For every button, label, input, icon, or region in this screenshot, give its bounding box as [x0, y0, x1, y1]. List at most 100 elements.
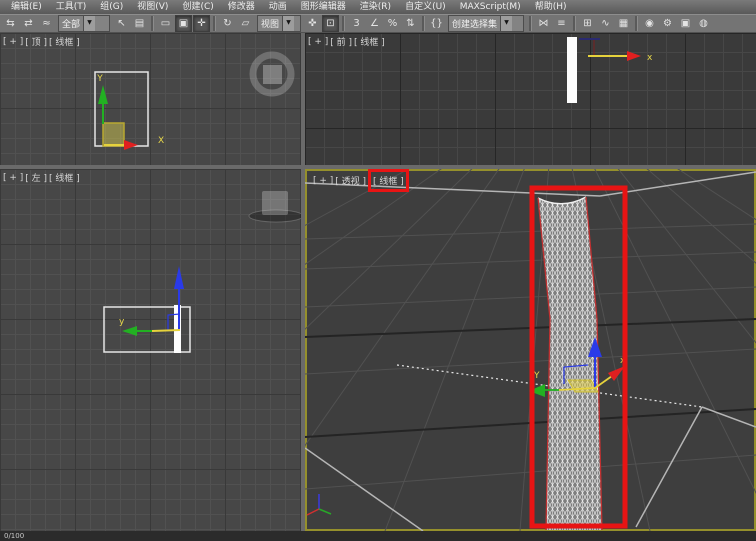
menu-graph-editors[interactable]: 图形编辑器 [294, 0, 353, 14]
select-and-move-icon[interactable]: ✛ [193, 15, 210, 32]
viewport-menu-plus[interactable]: [ + ] [313, 176, 333, 186]
top-viewport-canvas: Y X [0, 33, 301, 165]
rendered-frame-window-icon[interactable]: ▣ [677, 15, 694, 32]
viewport-front[interactable]: [ + ] [ 前 ] [ 线框 ] x [305, 33, 756, 165]
viewport-perspective[interactable]: x Y [ + ] [ 透视 ] [ 线框 ] [305, 169, 756, 531]
toolbar-separator [573, 16, 576, 31]
3ds-max-window: 编辑(E) 工具(T) 组(G) 视图(V) 创建(C) 修改器 动画 图形编辑… [0, 0, 756, 541]
navigation-square-icon[interactable] [263, 65, 282, 84]
gizmo-x-arrowhead-icon[interactable] [627, 51, 641, 61]
curve-editor-icon[interactable]: ∿ [597, 15, 614, 32]
frame-indicator: 0/100 [4, 532, 24, 540]
main-toolbar: ⇆ ⇄ ≈ 全部 ▼ ↖ ▤ ▭ ▣ ✛ ↻ ▱ 视图 ▼ ✜ ⊡ 3 ∠ % … [0, 14, 756, 33]
gizmo-y-arrowhead-icon[interactable] [98, 85, 108, 104]
select-object-icon[interactable]: ↖ [113, 15, 130, 32]
viewport-front-label[interactable]: [ + ] [ 前 ] [ 线框 ] [308, 35, 385, 48]
viewport-view-name[interactable]: [ 左 ] [25, 171, 47, 184]
rectangular-selection-region-icon[interactable]: ▭ [157, 15, 174, 32]
menu-create[interactable]: 创建(C) [175, 0, 220, 14]
axis-label-x: X [158, 136, 164, 146]
viewport-view-name[interactable]: [ 透视 ] [335, 174, 366, 187]
viewport-shading-mode-highlighted[interactable]: [ 线框 ] [368, 169, 409, 192]
viewport-view-name[interactable]: [ 前 ] [330, 35, 352, 48]
viewport-left[interactable]: [ + ] [ 左 ] [ 线框 ] y [0, 169, 301, 531]
gizmo-y-arrowhead-icon[interactable] [122, 326, 137, 336]
gizmo-selected-axis[interactable] [152, 330, 180, 331]
toolbar-separator [151, 16, 154, 31]
named-selection-sets-dropdown[interactable]: 创建选择集 ▼ [448, 15, 524, 32]
unlink-selection-icon[interactable]: ⇄ [20, 15, 37, 32]
selection-filter-dropdown[interactable]: 全部 ▼ [58, 15, 110, 32]
ghost-box-icon [262, 191, 288, 215]
bind-to-space-warp-icon[interactable]: ≈ [38, 15, 55, 32]
viewport-menu-plus[interactable]: [ + ] [308, 37, 328, 47]
viewport-top[interactable]: [ + ] [ 顶 ] [ 线框 ] Y X [0, 33, 301, 165]
align-icon[interactable]: ≡ [553, 15, 570, 32]
mirror-icon[interactable]: ⋈ [535, 15, 552, 32]
select-and-rotate-icon[interactable]: ↻ [219, 15, 236, 32]
toolbar-separator [529, 16, 532, 31]
viewport-menu-plus[interactable]: [ + ] [3, 173, 23, 183]
menu-views[interactable]: 视图(V) [130, 0, 175, 14]
viewport-left-label[interactable]: [ + ] [ 左 ] [ 线框 ] [3, 171, 80, 184]
menu-tools[interactable]: 工具(T) [49, 0, 94, 14]
status-strip: 0/100 [0, 531, 756, 541]
menu-maxscript[interactable]: MAXScript(M) [453, 0, 528, 14]
dropdown-arrow-icon: ▼ [500, 16, 512, 31]
menu-edit[interactable]: 编辑(E) [4, 0, 49, 14]
material-editor-icon[interactable]: ◉ [641, 15, 658, 32]
viewport-menu-plus[interactable]: [ + ] [3, 37, 23, 47]
angle-snap-icon[interactable]: ∠ [366, 15, 383, 32]
menu-help[interactable]: 帮助(H) [528, 0, 574, 14]
menu-bar: 编辑(E) 工具(T) 组(G) 视图(V) 创建(C) 修改器 动画 图形编辑… [0, 0, 756, 14]
menu-customize[interactable]: 自定义(U) [398, 0, 453, 14]
window-crossing-icon[interactable]: ▣ [175, 15, 192, 32]
viewport-shading-mode[interactable]: [ 线框 ] [49, 171, 80, 184]
dropdown-arrow-icon: ▼ [282, 16, 294, 31]
selection-filter-value: 全部 [59, 16, 83, 31]
reference-coordinate-dropdown[interactable]: 视图 ▼ [257, 15, 301, 32]
gizmo-x-arrowhead-icon[interactable] [124, 140, 138, 150]
axis-label-y: y [119, 317, 125, 327]
keyboard-shortcut-override-icon[interactable]: ⊡ [322, 15, 339, 32]
schematic-view-icon[interactable]: ▦ [615, 15, 632, 32]
axis-label-x: x [647, 53, 653, 63]
menu-rendering[interactable]: 渲染(R) [353, 0, 398, 14]
gizmo-x-arrowhead-icon[interactable] [608, 366, 625, 381]
reference-coordinate-value: 视图 [258, 16, 282, 31]
select-by-name-icon[interactable]: ▤ [131, 15, 148, 32]
snaps-toggle-icon[interactable]: 3 [348, 15, 365, 32]
menu-group[interactable]: 组(G) [93, 0, 130, 14]
named-selection-sets-value: 创建选择集 [449, 16, 500, 31]
perspective-viewport-canvas: x Y [305, 169, 756, 531]
layer-manager-icon[interactable]: ⊞ [579, 15, 596, 32]
left-viewport-canvas: y [0, 169, 301, 531]
spinner-snap-icon[interactable]: ⇅ [402, 15, 419, 32]
viewport-perspective-label[interactable]: [ + ] [ 透视 ] [ 线框 ] [313, 174, 409, 187]
front-viewport-canvas: x [305, 33, 756, 165]
dropdown-arrow-icon: ▼ [83, 16, 95, 31]
select-and-scale-icon[interactable]: ▱ [237, 15, 254, 32]
world-axis-tripod [307, 494, 331, 515]
viewport-view-name[interactable]: [ 顶 ] [25, 35, 47, 48]
viewport-top-label[interactable]: [ + ] [ 顶 ] [ 线框 ] [3, 35, 80, 48]
gizmo-z-arrowhead-icon[interactable] [174, 266, 184, 289]
mesh-column-object[interactable] [538, 197, 602, 530]
viewport-shading-mode[interactable]: [ 线框 ] [354, 35, 385, 48]
toolbar-separator [422, 16, 425, 31]
plane-object-front-view[interactable] [567, 37, 577, 103]
percent-snap-icon[interactable]: % [384, 15, 401, 32]
toolbar-separator [635, 16, 638, 31]
toolbar-separator [213, 16, 216, 31]
menu-animation[interactable]: 动画 [262, 0, 294, 14]
viewport-shading-mode[interactable]: [ 线框 ] [49, 35, 80, 48]
select-and-manipulate-icon[interactable]: ✜ [304, 15, 321, 32]
render-setup-icon[interactable]: ⚙ [659, 15, 676, 32]
select-and-link-icon[interactable]: ⇆ [2, 15, 19, 32]
plane-object-top-view[interactable] [103, 123, 124, 146]
edit-named-selection-sets-icon[interactable]: {} [428, 15, 445, 32]
menu-modifiers[interactable]: 修改器 [221, 0, 262, 14]
toolbar-separator [342, 16, 345, 31]
render-production-icon[interactable]: ◍ [695, 15, 712, 32]
axis-label-y: Y [96, 74, 103, 84]
